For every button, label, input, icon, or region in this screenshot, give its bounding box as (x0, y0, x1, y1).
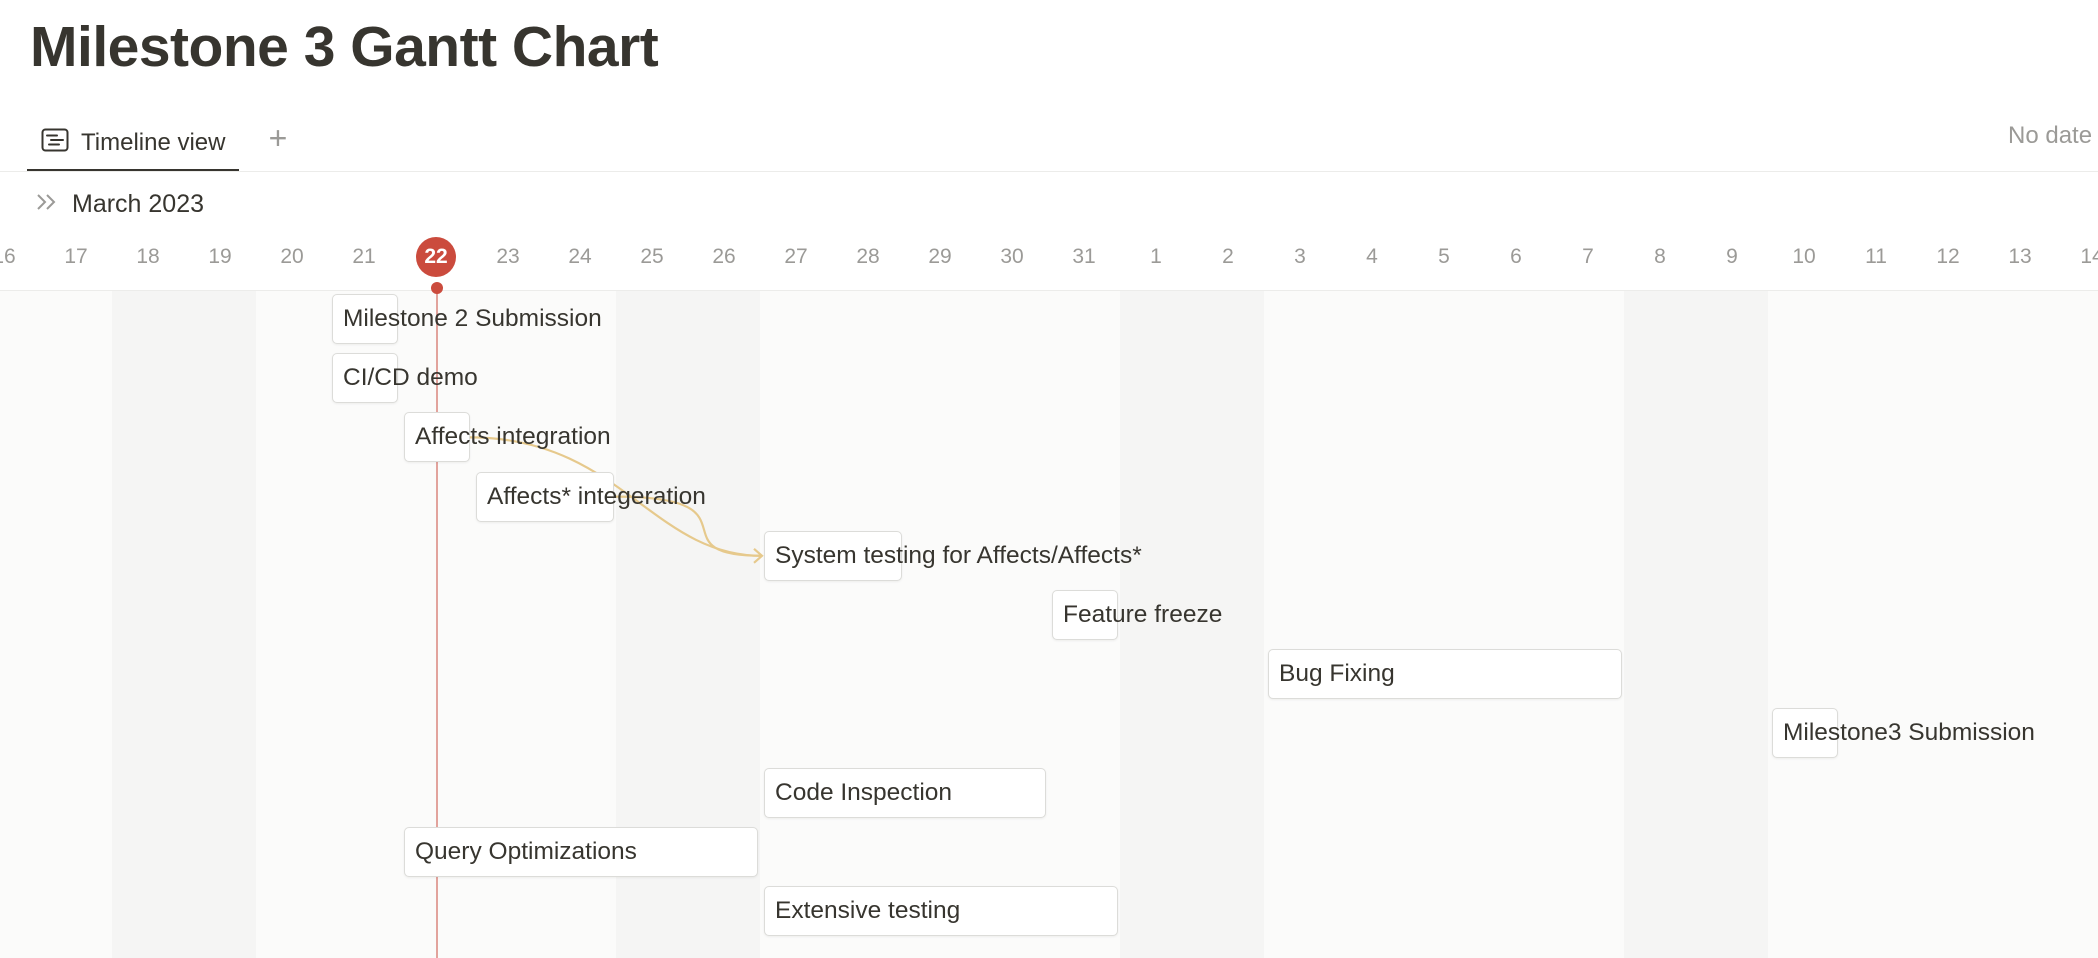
month-header: March 2023 (34, 190, 204, 219)
task-bar[interactable] (404, 826, 758, 877)
day-label: 24 (568, 245, 592, 268)
tab-label: Timeline view (81, 128, 226, 156)
page-title: Milestone 3 Gantt Chart (30, 15, 659, 79)
day-label: 4 (1366, 245, 1378, 268)
timeline-icon (41, 128, 69, 157)
month-label: March 2023 (72, 190, 205, 218)
day-label: 27 (784, 245, 808, 268)
day-label: 29 (928, 245, 952, 268)
day-label: 13 (2008, 245, 2032, 268)
task-bar[interactable] (764, 767, 1046, 818)
day-label: 30 (1000, 245, 1024, 268)
task-bar[interactable] (332, 353, 398, 404)
day-label: 21 (352, 245, 376, 268)
day-label: 2 (1222, 245, 1234, 268)
no-date-button[interactable]: No date (2008, 122, 2092, 150)
task-bar[interactable] (1772, 708, 1838, 759)
day-label: 9 (1726, 245, 1738, 268)
day-label: 12 (1936, 245, 1960, 268)
day-label: 1 (1150, 245, 1162, 268)
weekend-band (1624, 291, 1768, 958)
day-label: 31 (1072, 245, 1096, 268)
add-view-icon[interactable]: + (262, 118, 294, 158)
today-marker (431, 282, 443, 294)
day-label: 14 (2080, 245, 2098, 268)
day-label: 28 (856, 245, 880, 268)
task-bar[interactable] (1268, 649, 1622, 700)
timeline-grid (0, 291, 2098, 958)
day-header: 1617181920212223242526272829303112345678… (0, 232, 2098, 291)
double-chevron-right-icon[interactable] (34, 191, 60, 218)
task-bar[interactable] (764, 886, 1118, 936)
task-bar[interactable] (476, 471, 614, 522)
weekend-band (1120, 291, 1264, 958)
day-label: 7 (1582, 245, 1594, 268)
day-label: 17 (64, 245, 88, 268)
day-label: 16 (0, 245, 16, 268)
day-label: 10 (1792, 245, 1816, 268)
today-day-label: 22 (416, 237, 456, 277)
day-label: 25 (640, 245, 664, 268)
task-bar[interactable] (1052, 590, 1118, 640)
task-bar[interactable] (764, 530, 902, 581)
task-bar[interactable] (404, 412, 470, 463)
day-label: 23 (496, 245, 520, 268)
task-bar[interactable] (332, 294, 398, 344)
weekend-band (112, 291, 256, 958)
divider (0, 171, 2098, 172)
day-label: 6 (1510, 245, 1522, 268)
day-label: 20 (280, 245, 304, 268)
day-label: 26 (712, 245, 736, 268)
day-label: 11 (1865, 245, 1887, 268)
day-label: 3 (1294, 245, 1306, 268)
day-label: 19 (208, 245, 232, 268)
day-label: 8 (1654, 245, 1666, 268)
tab-timeline-view[interactable]: Timeline view (27, 116, 240, 172)
day-label: 5 (1438, 245, 1450, 268)
day-label: 18 (136, 245, 160, 268)
